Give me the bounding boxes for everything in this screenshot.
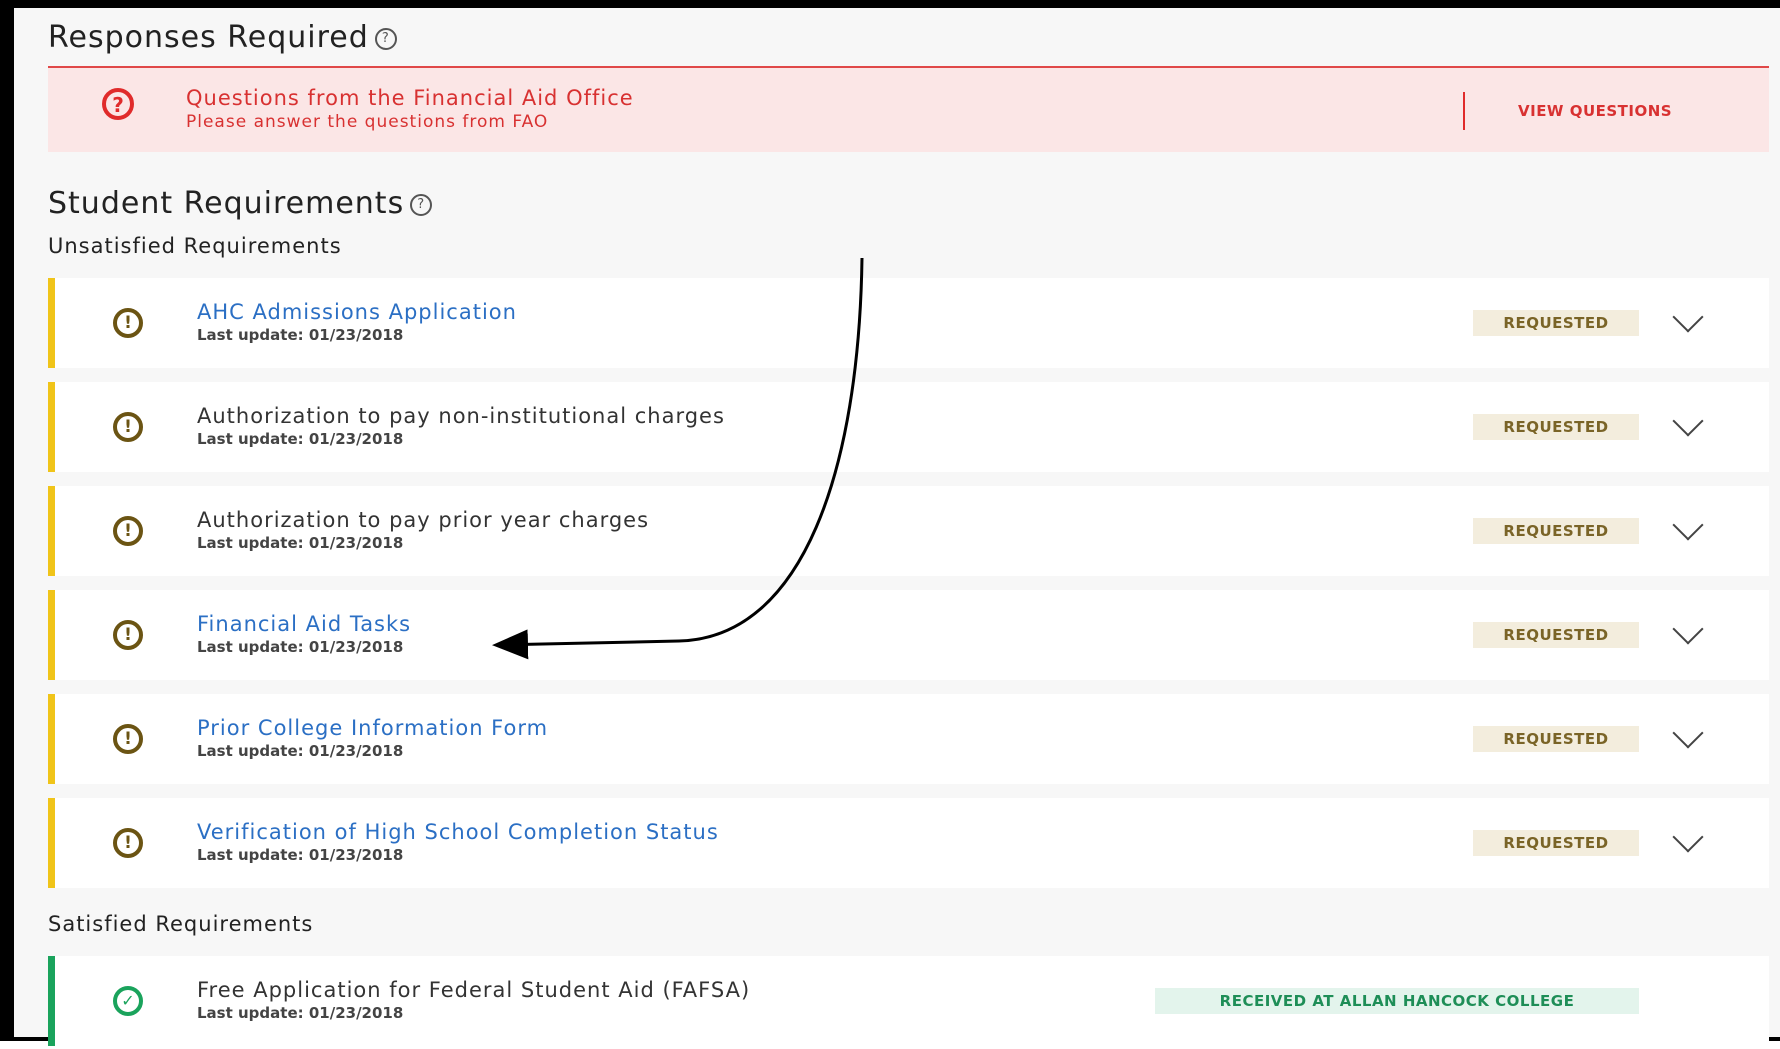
last-update-text: Last update: 01/23/2018 — [197, 534, 404, 552]
status-badge: REQUESTED — [1473, 518, 1639, 544]
responses-required-title: Responses Required — [48, 20, 369, 55]
last-update-text: Last update: 01/23/2018 — [197, 742, 404, 760]
requirement-row[interactable]: ! Verification of High School Completion … — [48, 798, 1769, 888]
student-requirements-title: Student Requirements — [48, 186, 405, 221]
last-update-text: Last update: 01/23/2018 — [197, 846, 404, 864]
requirement-name[interactable]: Prior College Information Form — [197, 716, 548, 740]
alert-subtitle: Please answer the questions from FAO — [186, 112, 549, 132]
page-frame: Responses Required? ? Questions from the… — [0, 0, 1780, 1046]
requirement-row[interactable]: ! Authorization to pay prior year charges… — [48, 486, 1769, 576]
requirement-name: Authorization to pay non-institutional c… — [197, 404, 725, 428]
last-update-text: Last update: 01/23/2018 — [197, 1004, 404, 1022]
requirement-row[interactable]: ! Financial Aid Tasks Last update: 01/23/2… — [48, 590, 1769, 680]
last-update-text: Last update: 01/23/2018 — [197, 430, 404, 448]
requirement-row[interactable]: ✓ Free Application for Federal Student Ai… — [48, 956, 1769, 1046]
satisfied-requirements-heading: Satisfied Requirements — [48, 912, 314, 936]
question-circle-icon: ? — [102, 88, 134, 120]
unsatisfied-requirements-heading: Unsatisfied Requirements — [48, 234, 342, 258]
requirement-name[interactable]: Verification of High School Completion S… — [197, 820, 719, 844]
status-badge: RECEIVED AT ALLAN HANCOCK COLLEGE — [1155, 988, 1639, 1014]
alert-title: Questions from the Financial Aid Office — [186, 86, 634, 110]
chevron-down-icon[interactable] — [1672, 821, 1704, 853]
exclamation-circle-icon: ! — [113, 724, 143, 754]
exclamation-circle-icon: ! — [113, 620, 143, 650]
help-icon[interactable]: ? — [410, 193, 433, 216]
requirement-row[interactable]: ! Prior College Information Form Last upda… — [48, 694, 1769, 784]
chevron-down-icon[interactable] — [1672, 301, 1704, 333]
view-questions-button[interactable]: VIEW QUESTIONS — [1518, 102, 1672, 120]
fao-questions-alert: ? Questions from the Financial Aid Offic… — [48, 66, 1769, 152]
status-badge: REQUESTED — [1473, 414, 1639, 440]
requirement-name[interactable]: Financial Aid Tasks — [197, 612, 411, 636]
exclamation-circle-icon: ! — [113, 516, 143, 546]
chevron-down-icon[interactable] — [1672, 613, 1704, 645]
chevron-down-icon[interactable] — [1672, 405, 1704, 437]
requirement-row[interactable]: ! AHC Admissions Application Last update: … — [48, 278, 1769, 368]
responses-required-heading: Responses Required? — [48, 20, 397, 55]
alert-divider — [1463, 92, 1465, 130]
status-badge: REQUESTED — [1473, 830, 1639, 856]
exclamation-circle-icon: ! — [113, 828, 143, 858]
student-requirements-heading: Student Requirements? — [48, 186, 433, 221]
last-update-text: Last update: 01/23/2018 — [197, 326, 404, 344]
status-badge: REQUESTED — [1473, 726, 1639, 752]
help-icon[interactable]: ? — [374, 27, 397, 50]
requirement-name[interactable]: AHC Admissions Application — [197, 300, 517, 324]
requirement-name: Free Application for Federal Student Aid… — [197, 978, 751, 1002]
last-update-text: Last update: 01/23/2018 — [197, 638, 404, 656]
status-badge: REQUESTED — [1473, 310, 1639, 336]
chevron-down-icon[interactable] — [1672, 717, 1704, 749]
requirement-row[interactable]: ! Authorization to pay non-institutional … — [48, 382, 1769, 472]
exclamation-circle-icon: ! — [113, 412, 143, 442]
check-circle-icon: ✓ — [113, 986, 143, 1016]
chevron-down-icon[interactable] — [1672, 509, 1704, 541]
exclamation-circle-icon: ! — [113, 308, 143, 338]
requirement-name: Authorization to pay prior year charges — [197, 508, 650, 532]
status-badge: REQUESTED — [1473, 622, 1639, 648]
